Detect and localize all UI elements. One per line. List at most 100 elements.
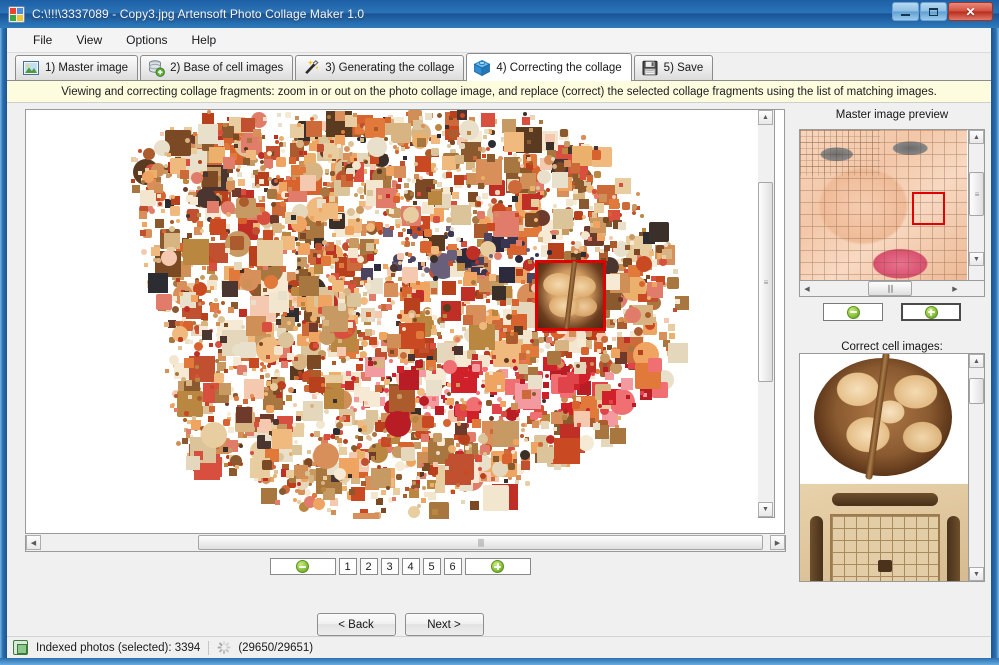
maximize-button[interactable] <box>920 2 947 21</box>
selected-collage-cell[interactable] <box>535 260 606 331</box>
menu-item-options[interactable]: Options <box>115 30 178 50</box>
tab-correcting-the-collage[interactable]: 4) Correcting the collage <box>466 53 631 81</box>
horizontal-scroll-thumb[interactable]: ∥∥ <box>198 535 763 550</box>
scroll-grip-icon: ≡ <box>764 278 768 287</box>
zoom-in-icon <box>925 306 938 319</box>
scroll-left-button[interactable]: ◀ <box>26 535 41 550</box>
progress-spinner-icon <box>217 641 230 654</box>
blue-box-icon <box>473 59 491 77</box>
menu-item-view[interactable]: View <box>65 30 113 50</box>
preview-selection-box[interactable] <box>912 192 945 225</box>
minimize-button[interactable] <box>892 2 919 21</box>
menu-item-file[interactable]: File <box>22 30 63 50</box>
scroll-up-button[interactable]: ▲ <box>758 110 773 125</box>
scroll-right-button[interactable]: ▶ <box>770 535 785 550</box>
master-image-preview[interactable]: ▲ ≡ ▼ ◀ ∥∥ ▶ <box>799 129 985 297</box>
correct-cell-images-title: Correct cell images: <box>799 341 985 353</box>
tab-label: 5) Save <box>664 62 704 74</box>
close-icon: ✕ <box>965 6 975 18</box>
preview-zoom-out-button[interactable] <box>823 303 883 321</box>
tab-generating-the-collage[interactable]: 3) Generating the collage <box>295 55 464 80</box>
window-border-bottom <box>0 658 999 665</box>
menu-bar: File View Options Help <box>7 28 991 53</box>
preview-scroll-down-button[interactable]: ▼ <box>969 252 984 266</box>
cell-image-option-board-game[interactable] <box>800 484 970 582</box>
wizard-navigation: < Back Next > <box>7 613 793 636</box>
scroll-grip-icon: ∥∥ <box>887 284 893 293</box>
bread-basket-thumbnail <box>800 354 970 480</box>
collage-zoom-out-button[interactable] <box>270 558 336 575</box>
collage-canvas[interactable] <box>25 109 785 534</box>
tab-label: 4) Correcting the collage <box>496 62 621 74</box>
preview-zoom-controls <box>799 303 985 321</box>
board-piece <box>878 560 892 572</box>
right-sidebar: Master image preview ▲ ≡ ▼ <box>793 103 991 636</box>
scroll-grip-icon: ≡ <box>975 190 979 199</box>
tab-label: 2) Base of cell images <box>170 62 283 74</box>
wizard-tab-strip: 1) Master image 2) Base of cell images <box>7 53 991 81</box>
cells-vertical-scroll-thumb[interactable] <box>969 378 984 404</box>
zoom-in-icon <box>491 560 504 573</box>
tab-master-image[interactable]: 1) Master image <box>15 55 138 80</box>
indexed-photos-label: Indexed photos (selected): 3394 <box>36 642 200 654</box>
window-controls: ✕ <box>891 2 993 21</box>
hint-bar: Viewing and correcting collage fragments… <box>7 81 991 103</box>
minimize-icon <box>901 14 910 16</box>
vertical-scroll-thumb[interactable]: ≡ <box>758 182 773 382</box>
collage-vertical-scrollbar[interactable]: ▲ ≡ ▼ <box>758 109 775 518</box>
maximize-icon <box>929 8 938 16</box>
client-area: File View Options Help 1) Master image <box>7 28 991 658</box>
window-title: C:\!!!\3337089 - Copy3.jpg Artensoft Pho… <box>32 7 364 21</box>
board-right-strip <box>947 516 960 582</box>
collage-zoom-page-strip: 1 2 3 4 5 6 <box>7 558 793 575</box>
back-button[interactable]: < Back <box>317 613 396 636</box>
magic-wand-icon <box>302 59 320 77</box>
cells-scroll-down-button[interactable]: ▼ <box>969 567 984 581</box>
application-window: C:\!!!\3337089 - Copy3.jpg Artensoft Pho… <box>0 0 999 665</box>
tab-label: 3) Generating the collage <box>325 62 454 74</box>
preview-horizontal-scrollbar[interactable]: ◀ ∥∥ ▶ <box>800 280 985 296</box>
scroll-down-button[interactable]: ▼ <box>758 502 773 517</box>
board-left-strip <box>810 516 823 582</box>
collage-pane: ▲ ≡ ▼ ◀ ∥∥ ▶ <box>7 103 793 636</box>
collage-horizontal-scrollbar[interactable]: ◀ ∥∥ ▶ <box>25 535 786 552</box>
page-button-2[interactable]: 2 <box>360 558 378 575</box>
status-bar: Indexed photos (selected): 3394 (29650/2… <box>7 636 991 658</box>
board-game-thumbnail <box>800 484 970 582</box>
page-button-5[interactable]: 5 <box>423 558 441 575</box>
tab-save[interactable]: 5) Save <box>634 55 714 80</box>
scroll-grip-icon: ∥∥ <box>478 538 484 547</box>
page-button-1[interactable]: 1 <box>339 558 357 575</box>
correct-cell-images-list[interactable]: ▲ ▼ <box>799 353 985 582</box>
preview-vertical-scroll-thumb[interactable]: ≡ <box>969 172 984 216</box>
zoom-out-icon <box>296 560 309 573</box>
title-bar[interactable]: C:\!!!\3337089 - Copy3.jpg Artensoft Pho… <box>0 0 999 28</box>
page-button-3[interactable]: 3 <box>381 558 399 575</box>
preview-scroll-up-button[interactable]: ▲ <box>969 130 984 144</box>
preview-vertical-scrollbar[interactable]: ▲ ≡ ▼ <box>968 130 984 282</box>
preview-horizontal-scroll-thumb[interactable]: ∥∥ <box>868 281 912 296</box>
tab-base-of-cell-images[interactable]: 2) Base of cell images <box>140 55 293 80</box>
database-add-icon <box>147 59 165 77</box>
collage-zoom-in-button[interactable] <box>465 558 531 575</box>
board-top-strip <box>832 493 938 506</box>
collage-mosaic[interactable] <box>26 110 770 519</box>
cell-images-vertical-scrollbar[interactable]: ▲ ▼ <box>968 354 984 581</box>
close-button[interactable]: ✕ <box>948 2 993 21</box>
preview-zoom-in-button[interactable] <box>901 303 961 321</box>
preview-scroll-right-button[interactable]: ▶ <box>948 281 962 296</box>
preview-scroll-left-button[interactable]: ◀ <box>800 281 814 296</box>
indexed-photos-icon <box>13 640 28 655</box>
progress-counter: (29650/29651) <box>238 642 313 654</box>
cells-scroll-up-button[interactable]: ▲ <box>969 354 984 368</box>
window-border-left <box>0 0 7 665</box>
master-preview-title: Master image preview <box>793 109 991 121</box>
page-button-4[interactable]: 4 <box>402 558 420 575</box>
page-button-6[interactable]: 6 <box>444 558 462 575</box>
cell-image-option-bread-basket[interactable] <box>800 354 970 480</box>
floppy-disk-icon <box>641 59 659 77</box>
menu-item-help[interactable]: Help <box>181 30 228 50</box>
status-separator <box>208 641 209 655</box>
app-logo-icon <box>8 6 25 23</box>
next-button[interactable]: Next > <box>405 613 484 636</box>
